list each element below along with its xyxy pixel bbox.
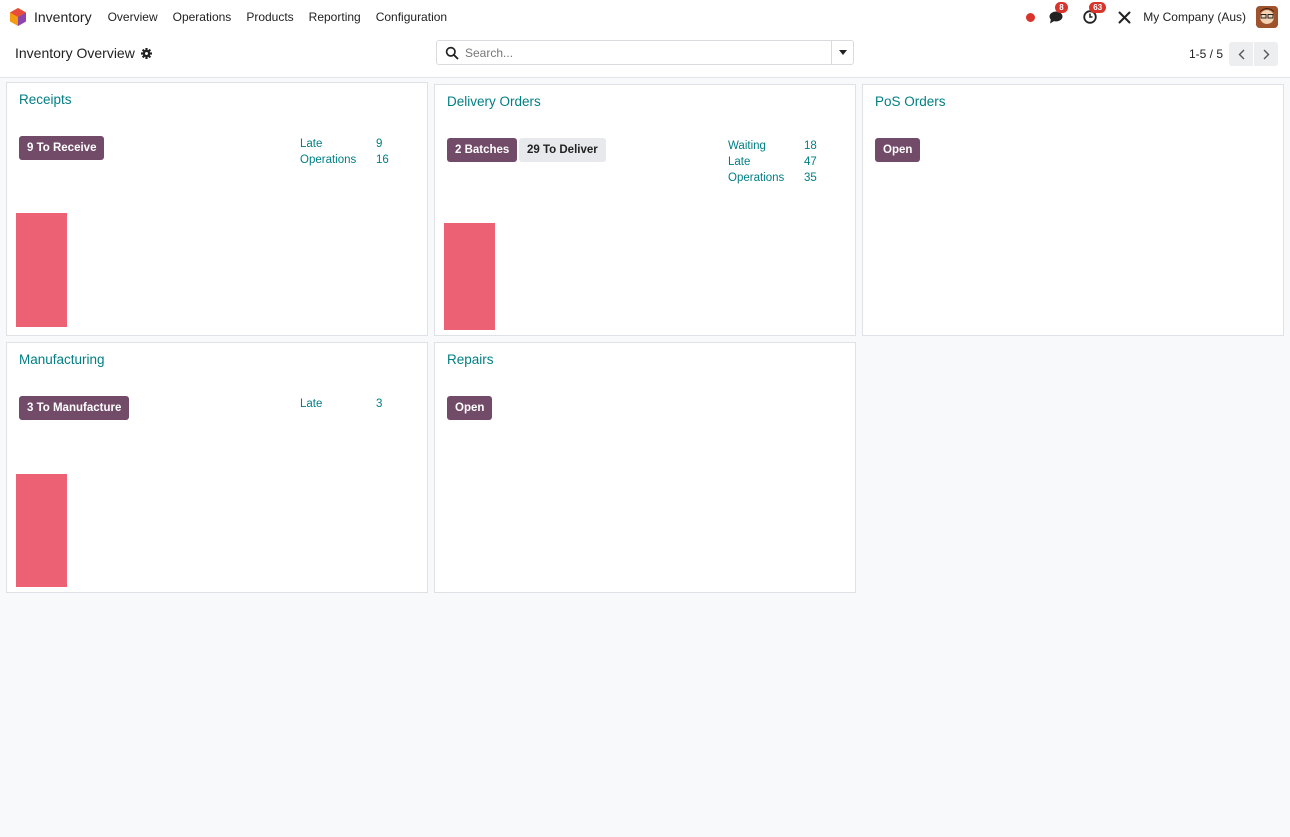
search-input[interactable] — [465, 45, 831, 60]
stat-label: Late — [728, 156, 751, 168]
card-title-repairs[interactable]: Repairs — [447, 352, 494, 367]
card-title-manufacturing[interactable]: Manufacturing — [19, 352, 105, 367]
card-receipts: Receipts 9 To Receive Late 9 Operations … — [6, 82, 428, 336]
company-switcher[interactable]: My Company (Aus) — [1143, 10, 1246, 24]
manufacturing-graph-bar[interactable] — [16, 474, 67, 587]
tools-icon — [1118, 11, 1131, 23]
menu-reporting[interactable]: Reporting — [309, 10, 361, 24]
card-title-delivery-orders[interactable]: Delivery Orders — [447, 94, 541, 109]
stat-value: 3 — [376, 398, 383, 410]
card-repairs: Repairs Open — [434, 342, 856, 593]
search-icon — [445, 46, 459, 59]
pos-open-button[interactable]: Open — [875, 138, 921, 162]
record-dot-icon[interactable] — [1026, 12, 1036, 22]
debug-tools-button[interactable] — [1115, 8, 1133, 26]
inventory-app-icon[interactable] — [10, 8, 26, 26]
pager-value[interactable]: 1-5 / 5 — [1189, 47, 1223, 61]
pager-next-button[interactable] — [1254, 42, 1278, 66]
menu-configuration[interactable]: Configuration — [376, 10, 447, 24]
caret-down-icon — [838, 50, 847, 55]
control-panel: Inventory Overview 1-5 / 5 — [0, 34, 1290, 78]
stat-value: 16 — [376, 154, 389, 166]
card-title-pos-orders[interactable]: PoS Orders — [875, 94, 946, 109]
batches-button[interactable]: 2 Batches — [447, 138, 518, 162]
gear-icon[interactable] — [140, 47, 152, 59]
navbar-systray: 8 63 My Company (Aus) — [1026, 0, 1278, 34]
stat-row-late[interactable]: Late 47 — [728, 154, 817, 170]
page-title: Inventory Overview — [15, 45, 135, 61]
stat-row-waiting[interactable]: Waiting 18 — [728, 138, 817, 154]
card-pos-orders: PoS Orders Open — [862, 84, 1284, 336]
messages-button[interactable]: 8 — [1047, 2, 1068, 26]
delivery-graph-bar[interactable] — [444, 223, 495, 330]
stat-value: 18 — [804, 140, 817, 152]
delivery-stats: Waiting 18 Late 47 Operations 35 — [728, 138, 817, 186]
receipts-graph-bar[interactable] — [16, 213, 67, 327]
menu-products[interactable]: Products — [246, 10, 293, 24]
stat-row-operations[interactable]: Operations 16 — [300, 152, 389, 168]
repairs-open-button[interactable]: Open — [447, 396, 493, 420]
menu-operations[interactable]: Operations — [173, 10, 232, 24]
stat-value: 9 — [376, 138, 383, 150]
pager: 1-5 / 5 — [1189, 42, 1278, 66]
search-bar — [436, 40, 854, 65]
card-title-receipts[interactable]: Receipts — [19, 92, 72, 107]
avatar-image — [1256, 6, 1278, 28]
stat-row-late[interactable]: Late 3 — [300, 396, 382, 412]
stat-label: Operations — [300, 154, 357, 166]
card-delivery-orders: Delivery Orders 2 Batches 29 To Deliver … — [434, 84, 856, 336]
top-navbar: Inventory Overview Operations Products R… — [0, 0, 1290, 34]
menu-overview[interactable]: Overview — [108, 10, 158, 24]
chevron-left-icon — [1238, 49, 1244, 59]
pager-previous-button[interactable] — [1229, 42, 1253, 66]
stat-label: Waiting — [728, 140, 766, 152]
app-name[interactable]: Inventory — [34, 9, 92, 25]
stat-value: 35 — [804, 172, 817, 184]
search-options-toggle[interactable] — [831, 41, 853, 64]
stat-value: 47 — [804, 156, 817, 168]
stat-row-operations[interactable]: Operations 35 — [728, 170, 817, 186]
receipts-stats: Late 9 Operations 16 — [300, 136, 389, 168]
manufacturing-stats: Late 3 — [300, 396, 382, 412]
to-manufacture-button[interactable]: 3 To Manufacture — [19, 396, 130, 420]
to-deliver-button[interactable]: 29 To Deliver — [519, 138, 606, 162]
activities-badge: 63 — [1089, 2, 1107, 13]
messages-badge: 8 — [1055, 2, 1068, 13]
stat-label: Late — [300, 398, 323, 410]
to-receive-button[interactable]: 9 To Receive — [19, 136, 105, 160]
stat-row-late[interactable]: Late 9 — [300, 136, 389, 152]
activities-button[interactable]: 63 — [1081, 2, 1107, 26]
breadcrumb: Inventory Overview — [15, 45, 152, 61]
card-manufacturing: Manufacturing 3 To Manufacture Late 3 — [6, 342, 428, 593]
stat-label: Operations — [728, 172, 785, 184]
chevron-right-icon — [1263, 49, 1269, 59]
stat-label: Late — [300, 138, 323, 150]
user-avatar[interactable] — [1256, 6, 1278, 28]
